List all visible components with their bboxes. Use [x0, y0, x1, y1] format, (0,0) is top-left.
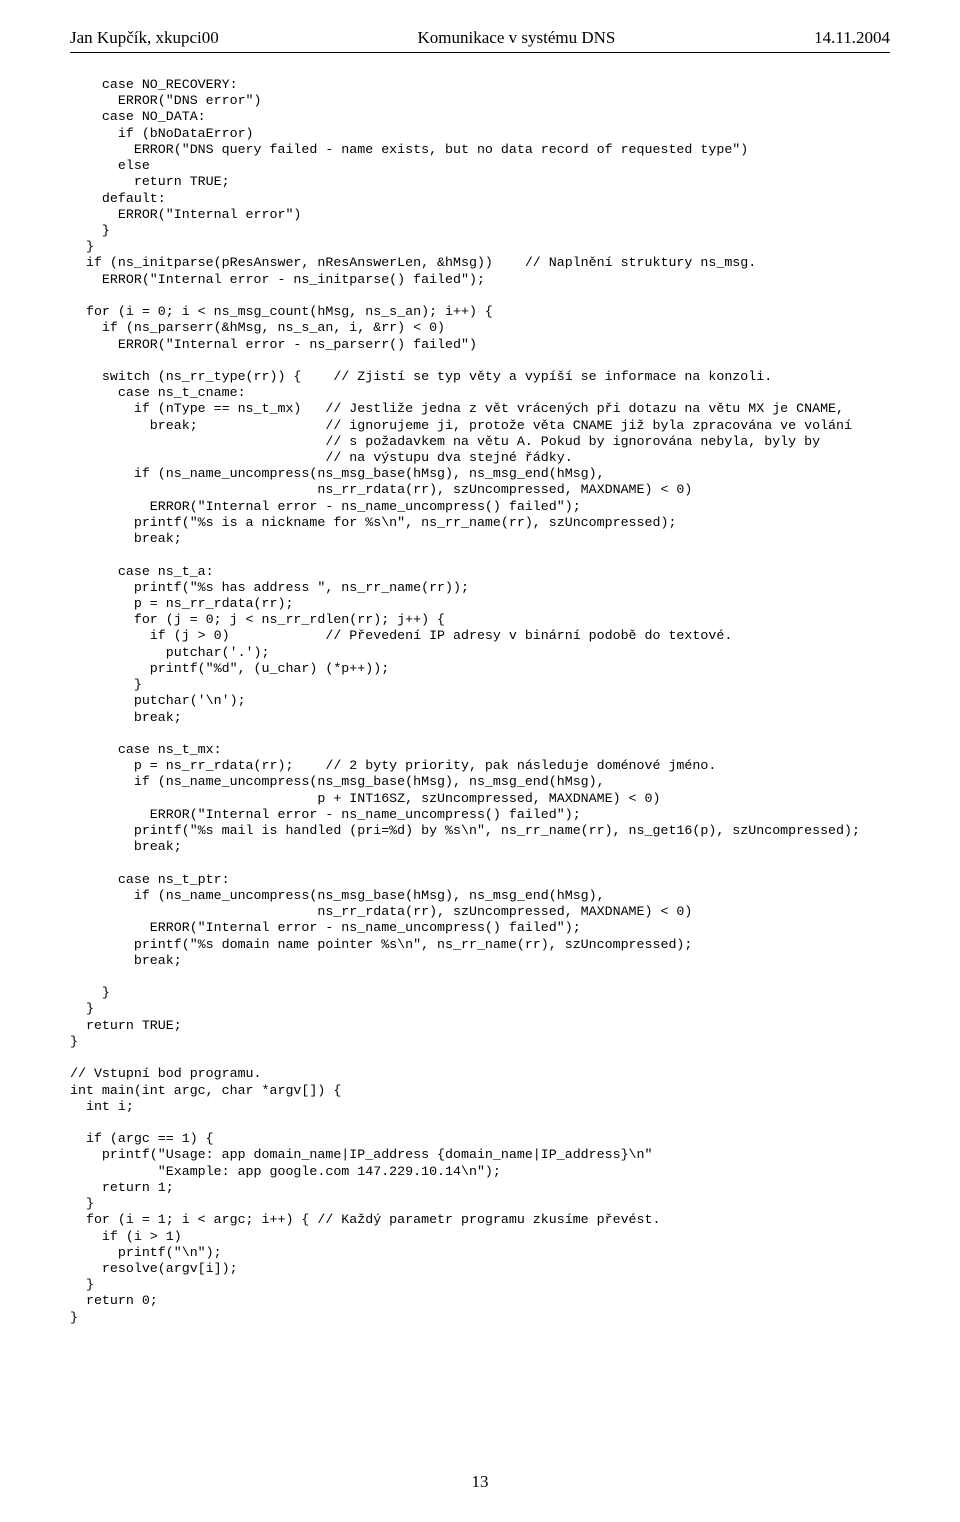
header-left: Jan Kupčík, xkupci00: [70, 28, 219, 48]
header-date: 14.11.2004: [814, 28, 890, 48]
header-rule: Jan Kupčík, xkupci00 Komunikace v systém…: [70, 28, 890, 53]
header-row: Jan Kupčík, xkupci00 Komunikace v systém…: [70, 28, 890, 48]
page: Jan Kupčík, xkupci00 Komunikace v systém…: [0, 0, 960, 1522]
code-listing: case NO_RECOVERY: ERROR("DNS error") cas…: [70, 77, 890, 1326]
page-number: 13: [0, 1472, 960, 1492]
header-title: Komunikace v systému DNS: [219, 28, 814, 48]
